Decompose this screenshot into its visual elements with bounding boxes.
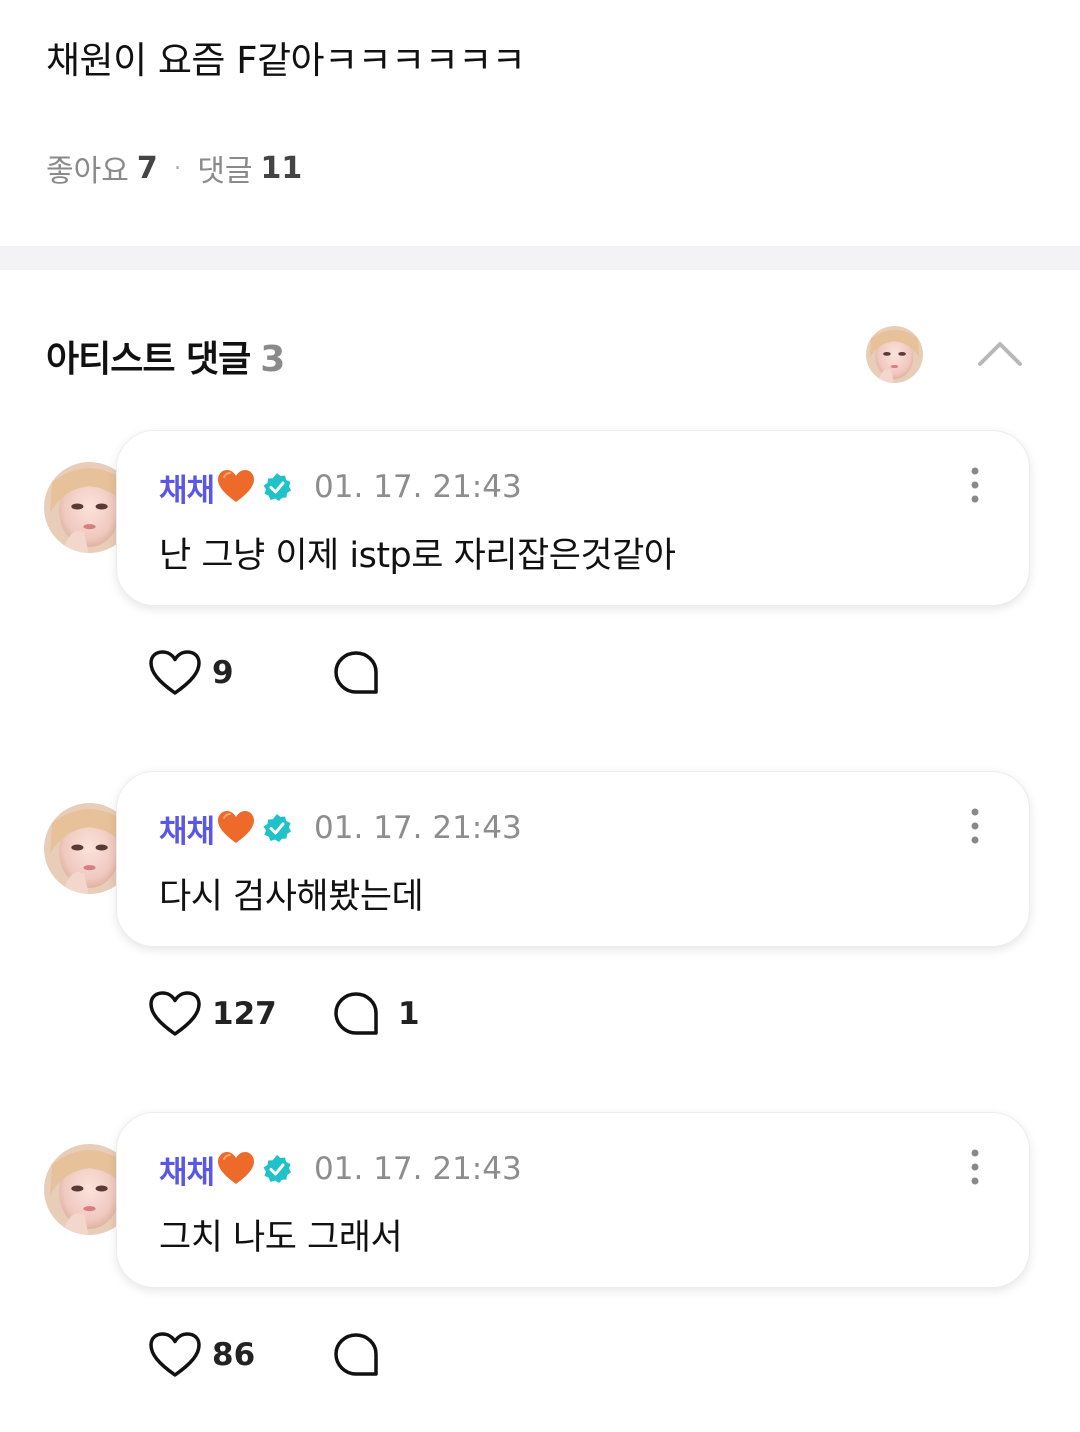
- like-count: 127: [212, 996, 277, 1032]
- comment-time: 01. 17. 21:43: [314, 1151, 522, 1187]
- like-count: 9: [212, 655, 234, 691]
- comment-author[interactable]: 채채: [159, 1147, 215, 1192]
- more-vertical-icon[interactable]: [967, 465, 983, 505]
- more-vertical-icon[interactable]: [967, 1147, 983, 1187]
- speech-bubble-icon: [334, 992, 378, 1035]
- chevron-up-icon: [978, 342, 1022, 366]
- comment-actions: 86: [148, 1330, 398, 1380]
- comment-author[interactable]: 채채: [159, 806, 215, 851]
- comment-header: 채채 01. 17. 21:43: [159, 806, 522, 851]
- heart-outline-icon: [149, 991, 201, 1036]
- orange-heart-emoji: [218, 1152, 255, 1184]
- more-vertical-icon[interactable]: [967, 806, 983, 846]
- likes-count: 7: [136, 150, 158, 186]
- stats-separator: ·: [173, 154, 182, 182]
- reply-button[interactable]: 1: [332, 990, 420, 1038]
- comment-bubble: 채채 01. 17. 21:43 그치 나도 그래서: [116, 1112, 1030, 1288]
- post-text: 채원이 요즘 F같아ㅋㅋㅋㅋㅋㅋ: [46, 39, 526, 82]
- like-button[interactable]: 86: [148, 1330, 332, 1380]
- verified-badge-icon: [263, 1155, 292, 1183]
- heart-outline-icon: [149, 650, 201, 695]
- comment-text: 난 그냥 이제 istp로 자리잡은것같아: [159, 536, 676, 576]
- comment-time: 01. 17. 21:43: [314, 810, 522, 846]
- artist-avatar[interactable]: [866, 326, 923, 383]
- post-stats: 좋아요 7 · 댓글 11: [46, 146, 302, 190]
- comment-time: 01. 17. 21:43: [314, 469, 522, 505]
- reply-count: 1: [398, 996, 420, 1032]
- speech-bubble-icon: [334, 1333, 378, 1376]
- section-divider: [0, 246, 1080, 270]
- orange-heart-emoji: [218, 470, 255, 502]
- comment-header: 채채 01. 17. 21:43: [159, 465, 522, 510]
- comments-label: 댓글: [197, 154, 253, 189]
- comment-actions: 9: [148, 648, 398, 698]
- comment-author[interactable]: 채채: [159, 465, 215, 510]
- comment-header: 채채 01. 17. 21:43: [159, 1147, 522, 1192]
- verified-badge-icon: [263, 814, 292, 842]
- heart-outline-icon: [149, 1332, 201, 1377]
- comment-text: 그치 나도 그래서: [159, 1218, 403, 1258]
- speech-bubble-icon: [334, 651, 378, 694]
- comment-text: 다시 검사해봤는데: [159, 877, 424, 917]
- like-button[interactable]: 9: [148, 648, 332, 698]
- comment-bubble: 채채 01. 17. 21:43 난 그냥 이제 istp로 자리잡은것같아: [116, 430, 1030, 606]
- comment-actions: 127 1: [148, 989, 420, 1039]
- like-count: 86: [212, 1337, 256, 1373]
- artist-comments-title: 아티스트 댓글: [46, 339, 251, 380]
- orange-heart-emoji: [218, 811, 255, 843]
- comments-count: 11: [260, 150, 303, 186]
- artist-comments-count: 3: [260, 339, 285, 380]
- verified-badge-icon: [263, 473, 292, 501]
- like-button[interactable]: 127: [148, 989, 332, 1039]
- comment-bubble: 채채 01. 17. 21:43 다시 검사해봤는데: [116, 771, 1030, 947]
- likes-label: 좋아요: [46, 154, 129, 189]
- reply-button[interactable]: [332, 1331, 398, 1379]
- reply-button[interactable]: [332, 649, 398, 697]
- collapse-button[interactable]: [972, 330, 1028, 374]
- artist-comments-header: 아티스트 댓글 3: [46, 330, 285, 382]
